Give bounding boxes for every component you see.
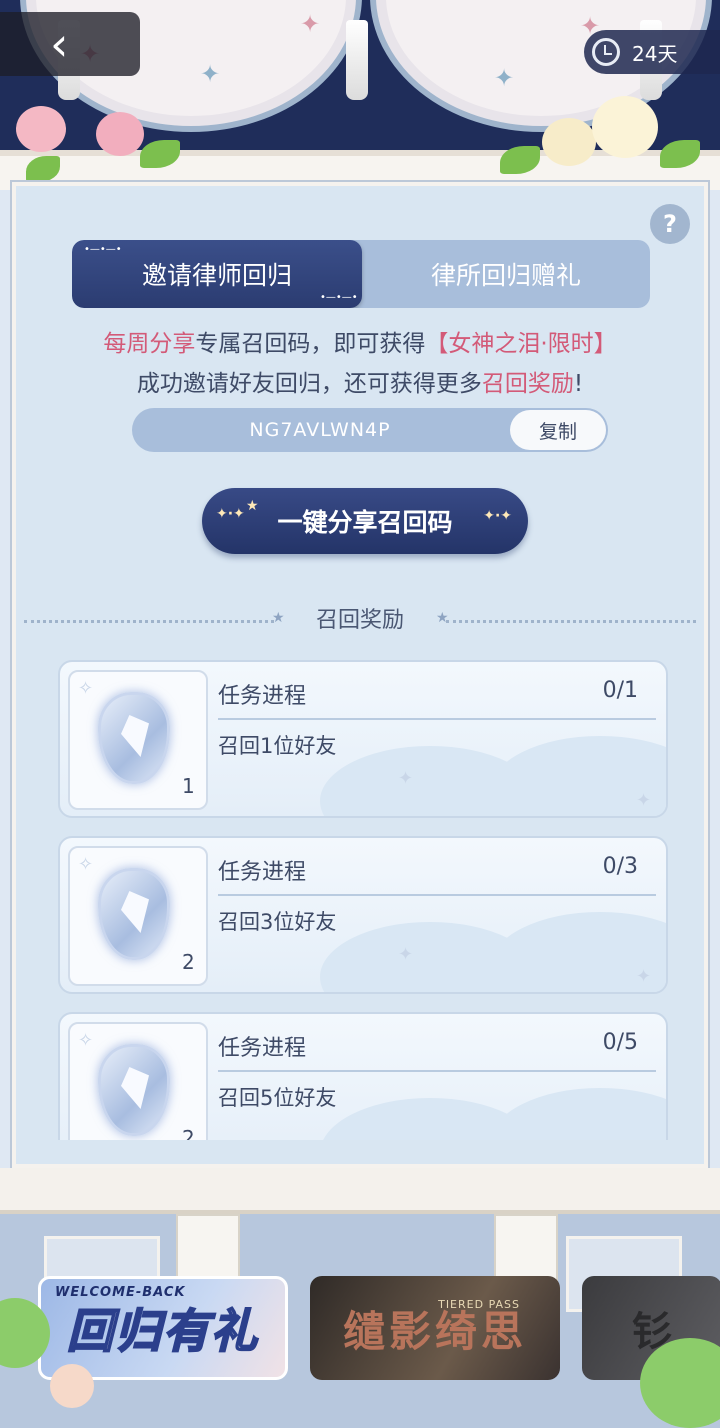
sparkle-icon: ✦ [398,944,414,965]
star-decoration-icon: ✦ [494,64,515,92]
recall-panel: ? 邀请律师回归 •—•—• •—•—• 律所回归赠礼 每周分享专属召回码，即可… [12,182,708,1168]
task-description: 召回1位好友 [218,734,337,758]
copy-label: 复制 [538,420,577,443]
cloud-decoration [490,1088,666,1140]
divider [218,1070,656,1072]
white-rose-icon [592,96,658,158]
tab-return-gift[interactable]: 律所回归赠礼 [362,240,650,308]
reward-item-slot[interactable]: ✧ 2 [68,846,208,986]
reward-count: 2 [182,950,195,974]
banner-subtitle: WELCOME-BACK [55,1285,186,1300]
star-decoration-icon: ✦ [200,60,221,88]
divider [218,894,656,896]
banner-title: 回归有礼 [66,1303,259,1359]
reward-count: 1 [182,774,195,798]
tab-label: 邀请律师回归 [141,261,292,290]
constellation-icon: ✦·✦ [216,506,245,522]
goddess-tear-gem-icon [98,692,170,784]
pink-rose-icon [96,112,144,156]
goddess-tear-gem-icon [98,868,170,960]
star-decoration-icon: ✦ [300,10,321,38]
share-label: 一键分享召回码 [277,508,453,537]
sparkle-icon: ✧ [78,678,94,699]
flower-icon [50,1364,94,1408]
desc-text: 成功邀请好友回归，还可获得更多 [136,371,482,397]
reward-item-slot[interactable]: ✧ 1 [68,670,208,810]
question-mark-icon: ? [663,210,677,238]
divider [218,718,656,720]
copy-button[interactable]: 复制 [510,410,606,450]
timer-text: 24天 [632,41,678,66]
sparkle-icon: ✦ [636,790,652,811]
task-progress: 0/5 [602,1030,638,1055]
constellation-icon: ✦·✦ [483,508,512,524]
star-icon: ★ [436,610,449,626]
clock-icon [592,38,620,66]
reward-name: 【女神之泪·限时】 [425,331,617,357]
task-card: ✧ 1 任务进程 0/1 召回1位好友 ✦ ✦ [58,660,668,818]
bottom-event-area: WELCOME-BACK 回归有礼 TIERED PASS 缱影绮思 钐 [0,1168,720,1428]
tab-label: 律所回归赠礼 [430,261,581,290]
task-label: 任务进程 [218,684,307,709]
section-title: 召回奖励 [315,608,404,633]
back-button[interactable]: ‹ [0,12,140,76]
reward-task-list[interactable]: ✧ 1 任务进程 0/1 召回1位好友 ✦ ✦ ✧ 2 任务进程 0/3 召回3… [58,660,668,1140]
constellation-icon: •—•—• [84,244,122,255]
tassel-center [346,20,368,100]
white-rose-icon [542,118,596,166]
task-description: 召回5位好友 [218,1086,337,1110]
task-label: 任务进程 [218,1036,307,1061]
pink-rose-icon [16,106,66,152]
tab-invite-lawyer[interactable]: 邀请律师回归 •—•—• •—•—• [72,240,362,308]
sparkle-icon: ✧ [78,1030,94,1051]
desc-highlight: 召回奖励 [481,371,574,397]
task-label: 任务进程 [218,860,307,885]
reward-item-slot[interactable]: ✧ 2 [68,1022,208,1140]
task-progress: 0/3 [602,854,638,879]
sparkle-icon: ✦ [398,768,414,789]
task-description: 召回3位好友 [218,910,337,934]
reward-count: 2 [182,1126,195,1140]
chevron-left-icon: ‹ [50,17,69,71]
section-divider [446,620,696,623]
tab-bar: 邀请律师回归 •—•—• •—•—• 律所回归赠礼 [72,240,650,308]
task-card: ✧ 2 任务进程 0/5 召回5位好友 [58,1012,668,1140]
sparkle-icon: ✧ [78,854,94,875]
recall-code-field: NG7AVLWN4P 复制 [132,408,608,452]
desc-text: 专属召回码，即可获得 [195,331,426,357]
constellation-icon: •—•—• [320,292,358,303]
description-line-2: 成功邀请好友回归，还可获得更多召回奖励! [16,364,704,398]
bottom-ledge [0,1168,720,1214]
sparkle-icon: ★ [246,498,259,514]
desc-text: ! [573,371,584,397]
sparkle-icon: ✦ [636,966,652,987]
task-progress: 0/1 [602,678,638,703]
help-button[interactable]: ? [650,204,690,244]
description-line-1: 每周分享专属召回码，即可获得【女神之泪·限时】 [16,324,704,358]
desc-highlight: 每周分享 [103,331,196,357]
banner-tiered-pass[interactable]: TIERED PASS 缱影绮思 [310,1276,560,1380]
event-timer: 24天 [584,30,720,74]
task-card: ✧ 2 任务进程 0/3 召回3位好友 ✦ ✦ [58,836,668,994]
recall-code: NG7AVLWN4P [249,419,391,441]
banner-subtitle: TIERED PASS [438,1298,520,1311]
share-code-button[interactable]: ✦·✦ ★ 一键分享召回码 ✦·✦ [202,488,528,554]
goddess-tear-gem-icon [98,1044,170,1136]
